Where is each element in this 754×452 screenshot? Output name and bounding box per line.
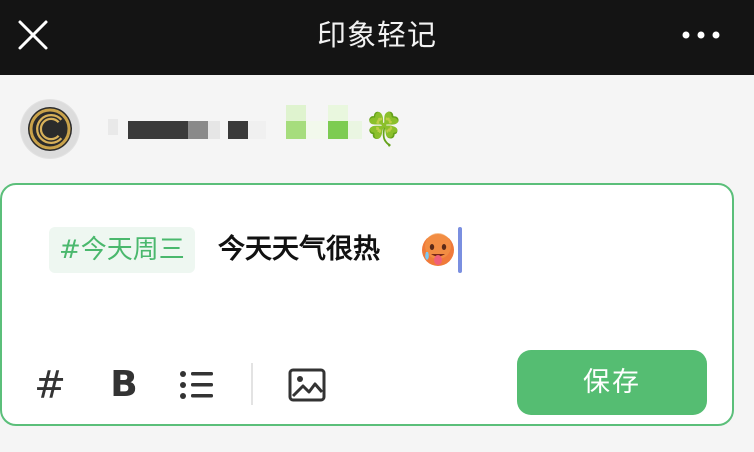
clover-emoji: 🍀 xyxy=(364,110,404,148)
bullet-list-button[interactable] xyxy=(178,365,216,405)
note-editor[interactable]: #今天周三 今天天气很热 # B 保存 xyxy=(0,183,734,426)
nickname-blurred: 🍀 xyxy=(108,99,408,159)
avatar-logo-icon xyxy=(21,100,79,158)
hot-face-emoji-icon xyxy=(422,233,454,266)
hashtag-button[interactable]: # xyxy=(32,365,68,405)
toolbar-divider xyxy=(251,363,253,405)
tag-chip[interactable]: #今天周三 xyxy=(49,227,195,273)
pixelated-name-icon xyxy=(108,105,362,139)
more-button[interactable] xyxy=(678,20,724,50)
bullet-list-icon xyxy=(180,371,213,399)
more-icon xyxy=(682,31,720,39)
text-cursor xyxy=(458,227,462,273)
bold-button[interactable]: B xyxy=(106,365,142,405)
app-title: 印象轻记 xyxy=(316,18,437,52)
user-profile-row: 🍀 xyxy=(0,75,754,180)
save-button[interactable]: 保存 xyxy=(517,350,707,415)
insert-image-button[interactable] xyxy=(287,365,327,405)
note-text[interactable]: 今天天气很热 xyxy=(218,227,380,273)
avatar[interactable] xyxy=(20,99,80,159)
top-bar: 印象轻记 xyxy=(0,0,754,75)
image-icon xyxy=(288,368,326,402)
